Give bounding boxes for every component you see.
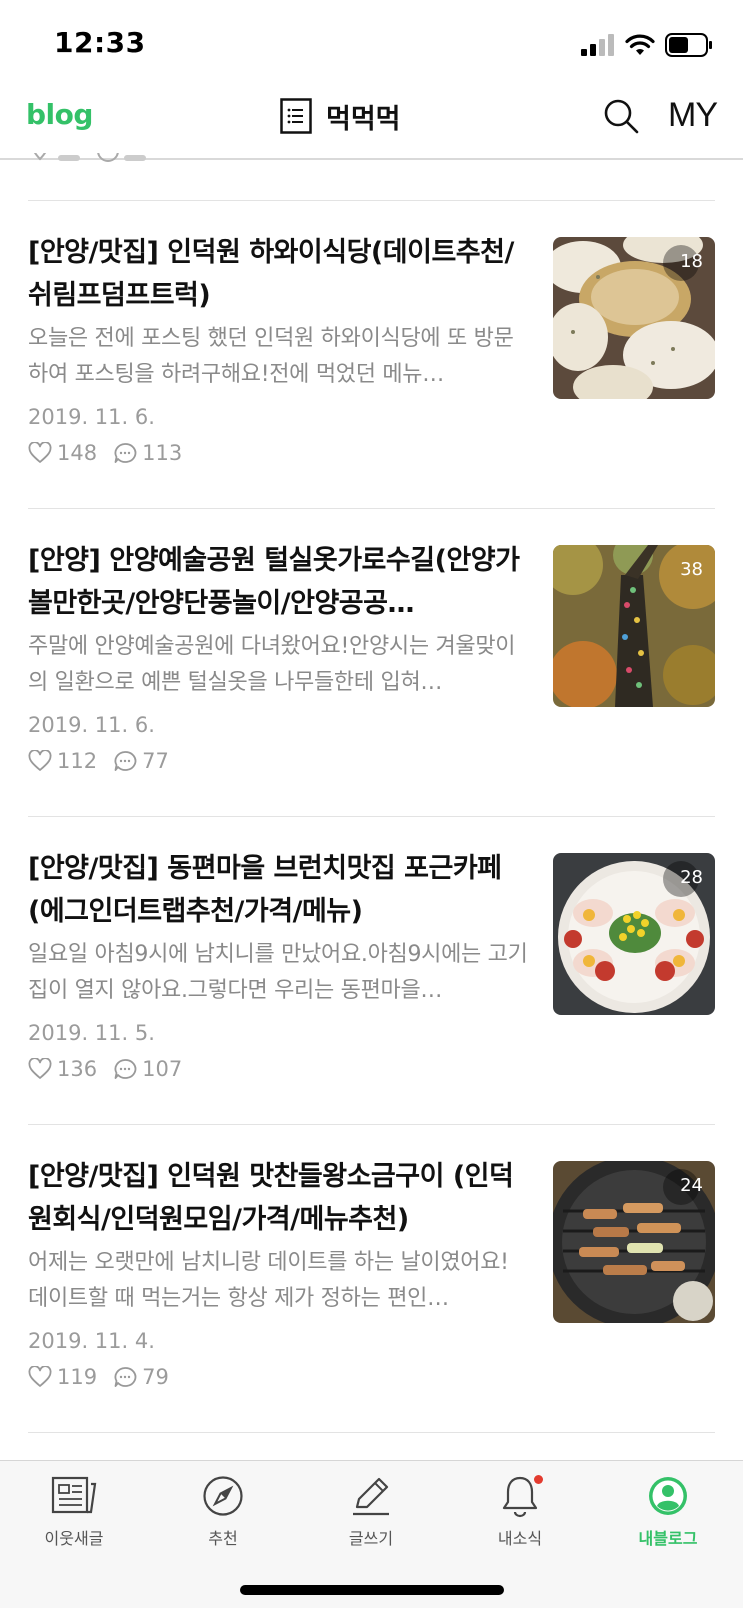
tab-label: 추천	[208, 1529, 238, 1548]
post-thumbnail[interactable]: 28	[553, 853, 715, 1015]
status-time: 12:33	[54, 26, 146, 59]
post-thumbnail[interactable]: 38	[553, 545, 715, 707]
post-date: 2019. 11. 5.	[28, 1021, 155, 1045]
post-summary[interactable]: 오늘은 전에 포스팅 했던 인덕원 하와이식당에 또 방문하여 포스팅을 하려구…	[28, 321, 528, 393]
post-stats: 112 77	[28, 749, 185, 773]
comment-icon	[114, 1367, 137, 1387]
status-icons	[581, 32, 713, 58]
tab-label: 글쓰기	[348, 1529, 394, 1548]
divider	[28, 1432, 715, 1433]
post-summary[interactable]: 주말에 안양예술공원에 다녀왔어요!안양시는 겨울맞이의 일환으로 예쁜 털실옷…	[28, 629, 528, 701]
post-title[interactable]: [안양] 안양예술공원 털실옷가로수길(안양가볼만한곳/안양단풍놀이/안양공공…	[28, 539, 528, 625]
blog-logo[interactable]: blog	[26, 98, 93, 131]
post-stats: 136 107	[28, 1057, 198, 1081]
comment-stat[interactable]: 77	[113, 749, 169, 773]
tab-write[interactable]: 글쓰기	[311, 1473, 431, 1553]
like-count: 119	[57, 1365, 98, 1389]
tab-neighbor-posts[interactable]: 이웃새글	[14, 1473, 134, 1553]
post-item[interactable]: [안양/맛집] 인덕원 하와이식당(데이트추천/쉬림프덤프트럭) 오늘은 전에 …	[28, 201, 715, 509]
signal-icon	[581, 34, 614, 56]
like-count: 112	[57, 749, 98, 773]
like-count: 148	[57, 441, 98, 465]
bell-icon	[497, 1473, 543, 1519]
heart-icon	[28, 1058, 52, 1079]
heart-icon	[28, 750, 52, 771]
page-title: 먹먹먹	[326, 103, 401, 135]
wifi-icon	[625, 34, 655, 55]
comment-count: 79	[142, 1365, 169, 1389]
post-date: 2019. 11. 6.	[28, 713, 155, 737]
tab-recommend[interactable]: 추천	[163, 1473, 283, 1553]
heart-icon	[28, 442, 52, 463]
search-icon[interactable]	[603, 98, 639, 134]
notification-dot	[534, 1475, 543, 1484]
comment-count: 77	[142, 749, 169, 773]
post-thumbnail[interactable]: 24	[553, 1161, 715, 1323]
post-list-icon[interactable]	[280, 98, 312, 134]
tab-label: 이웃새글	[44, 1529, 104, 1548]
post-title[interactable]: [안양/맛집] 동편마을 브런치맛집 포근카페(에그인더트랩추천/가격/메뉴)	[28, 847, 528, 933]
post-stats: 148 113	[28, 441, 198, 465]
tab-my-blog[interactable]: 내블로그	[608, 1473, 728, 1553]
heart-icon	[28, 1366, 52, 1387]
header-title-group[interactable]: 먹먹먹	[280, 96, 401, 136]
home-indicator	[240, 1585, 504, 1595]
post-date: 2019. 11. 4.	[28, 1329, 155, 1353]
profile-icon	[645, 1473, 691, 1519]
like-stat[interactable]: 112	[28, 749, 97, 773]
like-stat[interactable]: 136	[28, 1057, 97, 1081]
post-item[interactable]: [안양/맛집] 동편마을 브런치맛집 포근카페(에그인더트랩추천/가격/메뉴) …	[28, 817, 715, 1125]
photo-count: 24	[680, 1175, 703, 1196]
tab-label: 내소식	[497, 1529, 543, 1548]
like-stat[interactable]: 148	[28, 441, 97, 465]
compass-icon	[200, 1473, 246, 1519]
status-bar: 12:33	[0, 0, 743, 88]
pencil-icon	[348, 1473, 394, 1519]
post-summary[interactable]: 어제는 오랫만에 남치니랑 데이트를 하는 날이였어요!데이트할 때 먹는거는 …	[28, 1245, 528, 1317]
tab-label: 내블로그	[638, 1529, 698, 1548]
comment-stat[interactable]: 79	[113, 1365, 169, 1389]
tab-notifications[interactable]: 내소식	[460, 1473, 580, 1553]
post-stats: 119 79	[28, 1365, 185, 1389]
comment-icon	[114, 443, 137, 463]
comment-count: 113	[142, 441, 183, 465]
comment-stat[interactable]: 107	[113, 1057, 182, 1081]
post-date: 2019. 11. 6.	[28, 405, 155, 429]
photo-count: 18	[680, 251, 703, 272]
post-item[interactable]: [안양/맛집] 인덕원 맛찬들왕소금구이 (인덕원회식/인덕원모임/가격/메뉴추…	[28, 1125, 715, 1433]
previous-post-stats	[28, 150, 228, 162]
photo-count: 38	[680, 559, 703, 580]
post-title[interactable]: [안양/맛집] 인덕원 맛찬들왕소금구이 (인덕원회식/인덕원모임/가격/메뉴추…	[28, 1155, 528, 1241]
news-icon	[51, 1473, 97, 1519]
post-summary[interactable]: 일요일 아침9시에 남치니를 만났어요.아침9시에는 고기집이 열지 않아요.그…	[28, 937, 528, 1009]
comment-stat[interactable]: 113	[113, 441, 182, 465]
post-thumbnail[interactable]: 18	[553, 237, 715, 399]
comment-count: 107	[142, 1057, 183, 1081]
battery-icon	[665, 33, 712, 57]
photo-count: 28	[680, 867, 703, 888]
my-button[interactable]: MY	[668, 96, 718, 135]
comment-icon	[114, 1059, 137, 1079]
comment-icon	[114, 751, 137, 771]
post-title[interactable]: [안양/맛집] 인덕원 하와이식당(데이트추천/쉬림프덤프트럭)	[28, 231, 528, 317]
post-item[interactable]: [안양] 안양예술공원 털실옷가로수길(안양가볼만한곳/안양단풍놀이/안양공공……	[28, 509, 715, 817]
like-count: 136	[57, 1057, 98, 1081]
like-stat[interactable]: 119	[28, 1365, 97, 1389]
